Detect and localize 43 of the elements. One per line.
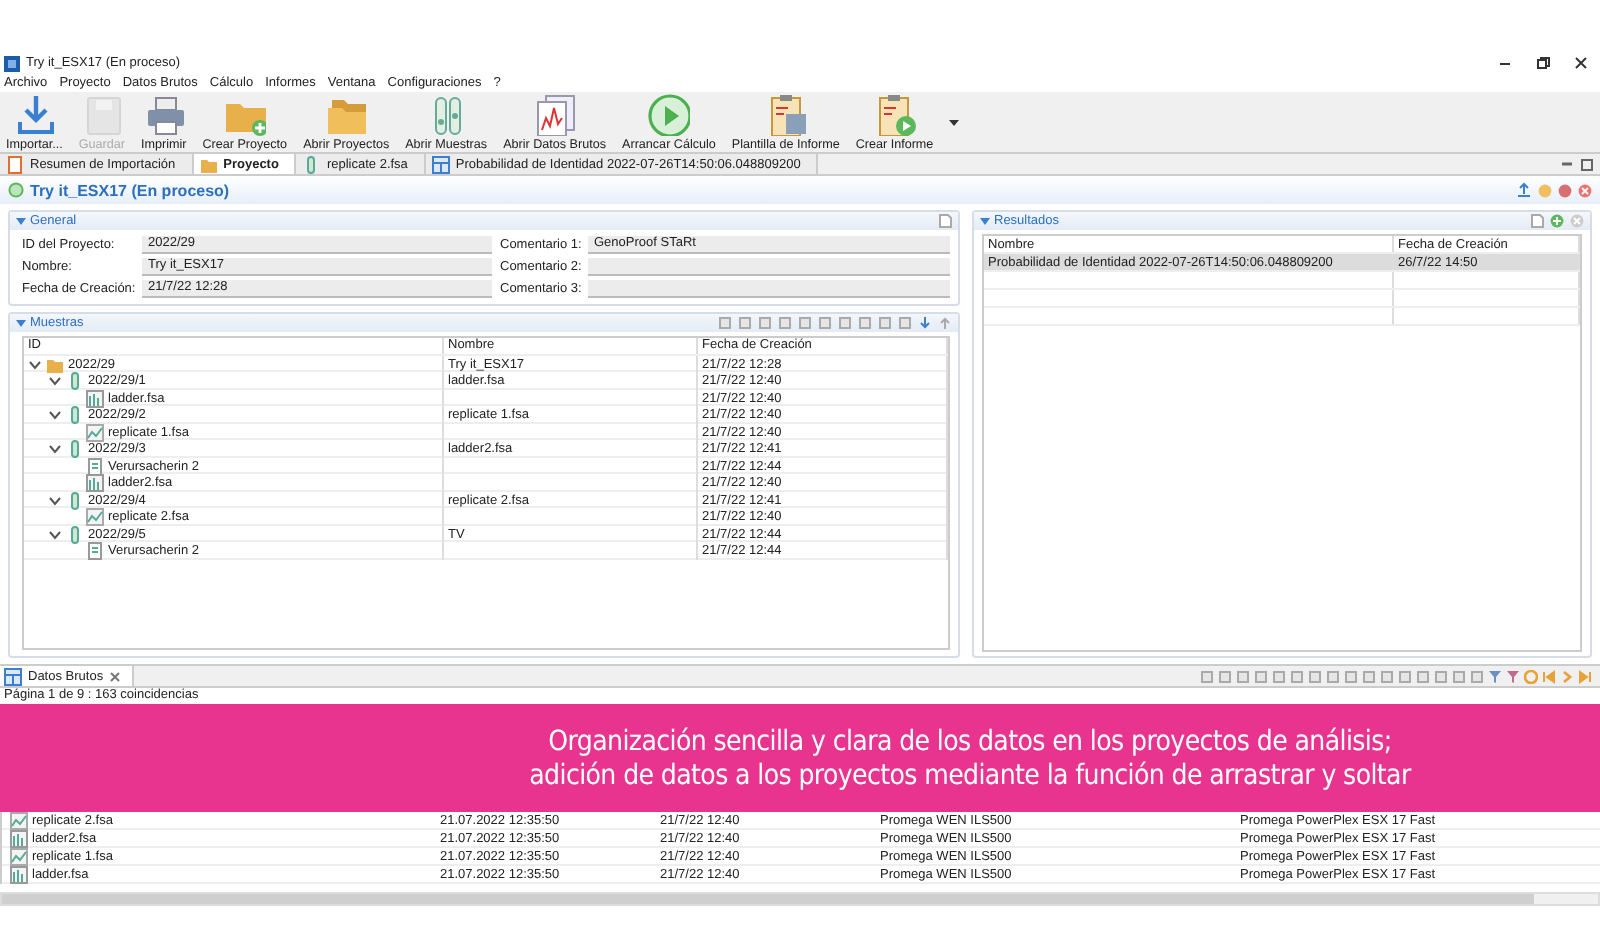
triangle-down-icon	[16, 216, 26, 226]
folder-icon	[46, 355, 64, 373]
upload-arrow-icon[interactable]	[938, 316, 952, 330]
download-arrow-icon[interactable]	[918, 316, 932, 330]
remove-circle-icon[interactable]	[1570, 214, 1584, 228]
download-arrow-icon	[12, 92, 57, 136]
last-page-icon[interactable]	[1578, 669, 1592, 683]
chevron-down-icon[interactable]	[48, 493, 62, 507]
chevron-down-icon[interactable]	[48, 374, 62, 388]
triangle-down-icon	[980, 216, 990, 226]
triangle-down-icon	[16, 318, 26, 328]
document-icon	[6, 155, 24, 173]
dropdown-caret-icon[interactable]	[947, 116, 960, 128]
horizontal-scrollbar[interactable]	[0, 892, 1600, 906]
document-icon	[86, 542, 104, 560]
table-icon	[4, 667, 22, 685]
caption-text: Organización sencilla y clara de los datos en los proyectos de análisis;	[548, 725, 1392, 757]
upload-icon[interactable]	[1516, 182, 1532, 198]
text-field[interactable]	[588, 258, 950, 276]
editor-title: Try it_ESX17 (En proceso)	[30, 181, 230, 199]
caption-text: adición de datos a los proyectos mediante la función de arrastrar y soltar	[529, 759, 1411, 791]
chevron-down-icon[interactable]	[48, 442, 62, 456]
first-page-icon[interactable]	[1542, 669, 1556, 683]
close-circle-icon[interactable]	[1578, 183, 1592, 197]
add-circle-icon[interactable]	[1550, 214, 1564, 228]
document-icon[interactable]	[938, 214, 952, 228]
document-icon[interactable]	[1530, 214, 1544, 228]
app-icon	[4, 55, 20, 71]
table-icon	[431, 155, 450, 173]
document-icon	[86, 457, 104, 475]
chevron-down-icon[interactable]	[48, 527, 62, 541]
status-circle-icon	[8, 182, 24, 198]
chevron-down-icon[interactable]	[28, 357, 42, 371]
chevron-down-icon[interactable]	[48, 408, 62, 422]
status-dot-icon[interactable]	[1558, 183, 1572, 197]
chart-documents-icon	[532, 92, 577, 136]
test-tube-icon	[302, 155, 321, 173]
restore-icon[interactable]	[1536, 56, 1550, 70]
text-field[interactable]	[588, 280, 950, 298]
status-dot-icon[interactable]	[1538, 183, 1552, 197]
close-icon[interactable]	[1574, 56, 1588, 70]
maximize-icon[interactable]	[1580, 157, 1594, 171]
next-page-icon[interactable]	[1560, 669, 1574, 683]
